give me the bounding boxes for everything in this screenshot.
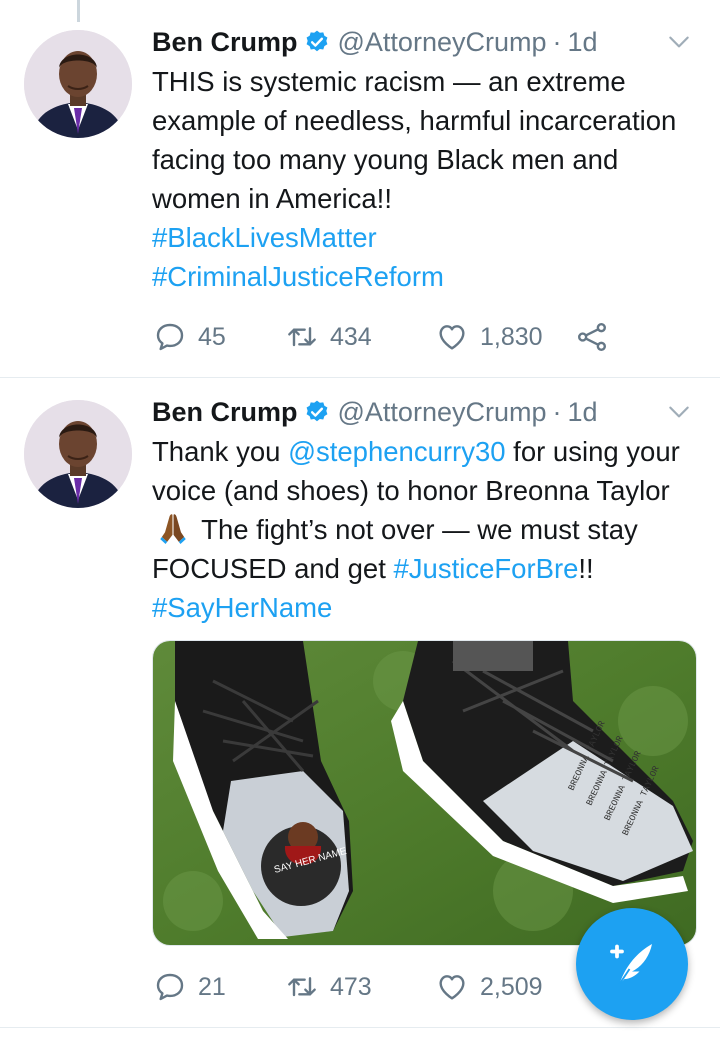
share-icon <box>578 323 606 351</box>
tweet-text-part: Thank you <box>152 436 289 467</box>
like-count: 1,830 <box>480 322 543 351</box>
timestamp[interactable]: 1d <box>568 397 598 428</box>
author-name[interactable]: Ben Crump <box>152 27 298 58</box>
tweet-actions: 21 473 2,509 <box>152 967 622 1007</box>
separator-dot: · <box>552 396 562 427</box>
hashtag-link[interactable]: #BlackLivesMatter <box>152 222 377 253</box>
tweet-text: THIS is systemic racism — an extreme exa… <box>152 62 702 296</box>
tweet-text-part: !! <box>578 553 594 584</box>
like-count: 2,509 <box>480 972 543 1001</box>
mention-link[interactable]: @stephencurry30 <box>288 436 505 467</box>
avatar[interactable] <box>24 30 132 138</box>
retweet-count: 434 <box>330 322 372 351</box>
reply-button[interactable]: 21 <box>154 967 226 1007</box>
author-handle[interactable]: @AttorneyCrump <box>338 27 547 58</box>
like-button[interactable]: 2,509 <box>436 967 543 1007</box>
tweet-header: Ben Crump @AttorneyCrump · 1d <box>152 393 720 431</box>
author-name[interactable]: Ben Crump <box>152 397 298 428</box>
reply-count: 21 <box>198 972 226 1001</box>
retweet-count: 473 <box>330 972 372 1001</box>
hashtag-link[interactable]: #JusticeForBre <box>393 553 578 584</box>
retweet-button[interactable]: 473 <box>286 967 372 1007</box>
hashtag-link[interactable]: #CriminalJusticeReform <box>152 261 444 292</box>
compose-feather-icon <box>610 944 652 985</box>
verified-badge-icon <box>306 30 327 52</box>
compose-tweet-button[interactable] <box>576 908 688 1020</box>
reply-icon <box>156 323 184 351</box>
reply-button[interactable]: 45 <box>154 317 226 357</box>
retweet-icon <box>288 327 316 347</box>
separator-dot: · <box>552 26 562 57</box>
timestamp[interactable]: 1d <box>568 27 598 58</box>
reply-icon <box>156 973 184 1001</box>
tweet-photo[interactable]: SAY HER NAME BREONNA TAYLOR BREONNA TAYL… <box>152 640 697 946</box>
folded-hands-emoji <box>160 514 186 544</box>
author-handle[interactable]: @AttorneyCrump <box>338 397 547 428</box>
tweet-header: Ben Crump @AttorneyCrump · 1d <box>152 23 720 61</box>
tweet-actions: 45 434 1,830 <box>152 317 622 357</box>
retweet-icon <box>288 977 316 997</box>
heart-icon <box>439 325 465 350</box>
share-button[interactable] <box>576 317 620 357</box>
tweet-body: THIS is systemic racism — an extreme exa… <box>152 66 677 214</box>
heart-icon <box>439 975 465 1000</box>
hashtag-link[interactable]: #SayHerName <box>152 592 332 623</box>
reply-count: 45 <box>198 322 226 351</box>
tweet-text: Thank you @stephencurry30 for using your… <box>152 432 702 627</box>
chevron-down-icon[interactable] <box>666 29 692 55</box>
tweet[interactable]: Ben Crump @AttorneyCrump · 1d THIS is sy… <box>0 0 720 378</box>
avatar[interactable] <box>24 400 132 508</box>
chevron-down-icon[interactable] <box>666 399 692 425</box>
verified-badge-icon <box>306 400 327 422</box>
retweet-button[interactable]: 434 <box>286 317 372 357</box>
like-button[interactable]: 1,830 <box>436 317 543 357</box>
